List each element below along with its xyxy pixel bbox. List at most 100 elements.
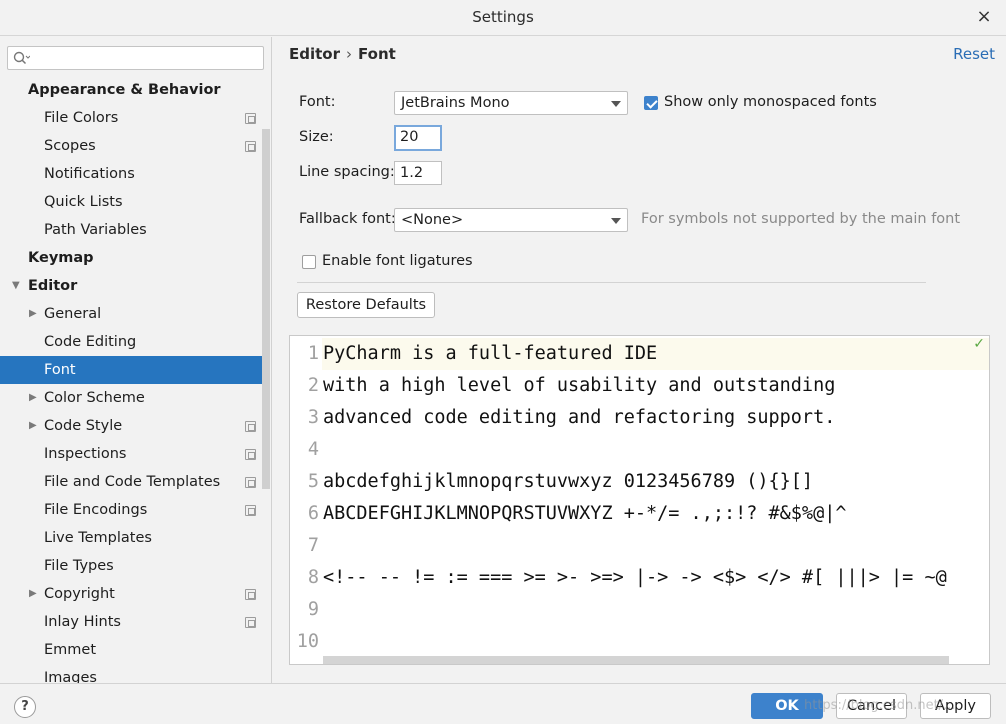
sidebar-item-label: Emmet: [44, 642, 97, 658]
sidebar-item-file-encodings[interactable]: File Encodings: [0, 496, 262, 524]
search-input[interactable]: [7, 46, 264, 70]
preview-line: 9: [290, 594, 989, 626]
monospaced-only-checkbox[interactable]: [644, 96, 658, 110]
sidebar-item-label: File Colors: [44, 110, 119, 126]
divider: [297, 282, 926, 283]
sidebar-item-label: Editor: [28, 278, 78, 294]
size-label: Size:: [299, 129, 334, 145]
line-spacing-input[interactable]: 1.2: [394, 161, 442, 185]
line-number: 4: [307, 439, 319, 460]
sidebar-item-emmet[interactable]: Emmet: [0, 636, 262, 664]
breadcrumb: Editor › Font: [289, 45, 396, 63]
sidebar-item-file-colors[interactable]: File Colors: [0, 104, 262, 132]
search-icon: [13, 51, 30, 65]
project-config-icon: [245, 113, 256, 124]
sidebar-item-keymap[interactable]: Keymap: [0, 244, 262, 272]
preview-code-text: ABCDEFGHIJKLMNOPQRSTUVWXYZ +-*/= .,;:!? …: [323, 503, 847, 524]
font-ligatures-label[interactable]: Enable font ligatures: [322, 253, 473, 269]
close-icon[interactable]: ×: [974, 6, 994, 28]
line-number: 3: [307, 407, 319, 428]
fallback-font-combobox[interactable]: <None>: [394, 208, 628, 232]
collapsed-arrow-icon[interactable]: ▶: [29, 580, 37, 608]
preview-line: 4: [290, 434, 989, 466]
chevron-down-icon: [611, 218, 621, 224]
breadcrumb-current: Font: [358, 45, 396, 63]
sidebar-scrollbar[interactable]: [262, 129, 270, 489]
sidebar-item-label: Code Style: [44, 418, 123, 434]
preview-line: 7: [290, 530, 989, 562]
window-title: Settings: [472, 8, 534, 26]
sidebar-item-inlay-hints[interactable]: Inlay Hints: [0, 608, 262, 636]
sidebar-item-color-scheme[interactable]: ▶ Color Scheme: [0, 384, 262, 412]
preview-horizontal-scrollbar[interactable]: [323, 656, 949, 664]
line-number: 1: [307, 343, 319, 364]
font-ligatures-checkbox[interactable]: [302, 255, 316, 269]
font-combobox-value: JetBrains Mono: [401, 95, 510, 111]
sidebar-item-label: Code Editing: [44, 334, 137, 350]
dialog-footer: ? OK Cancel Apply https://blog.csdn.net/…: [0, 683, 1006, 724]
sidebar-item-live-templates[interactable]: Live Templates: [0, 524, 262, 552]
sidebar-item-label: File Types: [44, 558, 114, 574]
collapsed-arrow-icon[interactable]: ▶: [29, 412, 37, 440]
preview-line: 8 <!-- -- != := === >= >- >=> |-> -> <$> …: [290, 562, 989, 594]
sidebar-item-label: Scopes: [44, 138, 96, 154]
sidebar-item-path-variables[interactable]: Path Variables: [0, 216, 262, 244]
chevron-down-icon: [611, 101, 621, 107]
preview-line: 3 advanced code editing and refactoring s…: [290, 402, 989, 434]
sidebar-item-code-editing[interactable]: Code Editing: [0, 328, 262, 356]
sidebar-item-images[interactable]: Images: [0, 664, 262, 683]
line-number: 7: [307, 535, 319, 556]
fallback-font-label: Fallback font:: [299, 211, 396, 227]
sidebar-item-label: Path Variables: [44, 222, 147, 238]
sidebar-item-label: Appearance & Behavior: [28, 82, 221, 98]
fallback-font-hint: For symbols not supported by the main fo…: [641, 211, 961, 227]
font-preview-editor[interactable]: 1 PyCharm is a full-featured IDE 2 with a h…: [289, 335, 990, 665]
restore-defaults-button[interactable]: Restore Defaults: [297, 292, 435, 318]
sidebar-item-label: Copyright: [44, 586, 115, 602]
sidebar-item-editor[interactable]: ▼ Editor: [0, 272, 262, 300]
preview-line: 10: [290, 626, 989, 658]
preview-line: 2 with a high level of usability and outs…: [290, 370, 989, 402]
line-number: 2: [307, 375, 319, 396]
sidebar-item-file-and-code-templates[interactable]: File and Code Templates: [0, 468, 262, 496]
sidebar-item-appearance-behavior[interactable]: Appearance & Behavior: [0, 76, 262, 104]
sidebar-item-notifications[interactable]: Notifications: [0, 160, 262, 188]
sidebar-item-label: Quick Lists: [44, 194, 123, 210]
check-icon: ✓: [973, 336, 985, 352]
help-icon[interactable]: ?: [14, 696, 36, 718]
collapsed-arrow-icon[interactable]: ▶: [29, 300, 37, 328]
preview-code-text: with a high level of usability and outst…: [323, 375, 836, 396]
sidebar-item-label: Font: [44, 362, 76, 378]
sidebar-item-label: File and Code Templates: [44, 474, 221, 490]
sidebar-item-general[interactable]: ▶ General: [0, 300, 262, 328]
preview-code-text: abcdefghijklmnopqrstuvwxyz 0123456789 ()…: [323, 471, 814, 492]
line-number: 5: [307, 471, 319, 492]
font-combobox[interactable]: JetBrains Mono: [394, 91, 628, 115]
preview-line: 6 ABCDEFGHIJKLMNOPQRSTUVWXYZ +-*/= .,;:!?…: [290, 498, 989, 530]
line-spacing-label: Line spacing:: [299, 164, 395, 180]
project-config-icon: [245, 141, 256, 152]
preview-code-text: <!-- -- != := === >= >- >=> |-> -> <$> <…: [323, 567, 947, 588]
sidebar-item-file-types[interactable]: File Types: [0, 552, 262, 580]
sidebar-item-copyright[interactable]: ▶ Copyright: [0, 580, 262, 608]
reset-link[interactable]: Reset: [953, 45, 995, 63]
breadcrumb-parent[interactable]: Editor: [289, 45, 340, 63]
expanded-arrow-icon[interactable]: ▼: [12, 272, 20, 300]
sidebar-item-label: Notifications: [44, 166, 135, 182]
sidebar-item-label: Inlay Hints: [44, 614, 121, 630]
sidebar-item-label: Inspections: [44, 446, 127, 462]
size-input[interactable]: 20: [394, 125, 442, 151]
sidebar-item-label: Images: [44, 670, 97, 683]
line-number: 9: [307, 599, 319, 620]
preview-code-text: PyCharm is a full-featured IDE: [323, 343, 658, 364]
sidebar-item-inspections[interactable]: Inspections: [0, 440, 262, 468]
sidebar-item-font[interactable]: Font: [0, 356, 262, 384]
sidebar-item-quick-lists[interactable]: Quick Lists: [0, 188, 262, 216]
font-label: Font:: [299, 94, 336, 110]
collapsed-arrow-icon[interactable]: ▶: [29, 384, 37, 412]
sidebar-item-code-style[interactable]: ▶ Code Style: [0, 412, 262, 440]
sidebar-item-label: File Encodings: [44, 502, 148, 518]
title-bar: Settings ×: [0, 0, 1006, 36]
sidebar-item-scopes[interactable]: Scopes: [0, 132, 262, 160]
monospaced-only-label[interactable]: Show only monospaced fonts: [664, 94, 877, 110]
